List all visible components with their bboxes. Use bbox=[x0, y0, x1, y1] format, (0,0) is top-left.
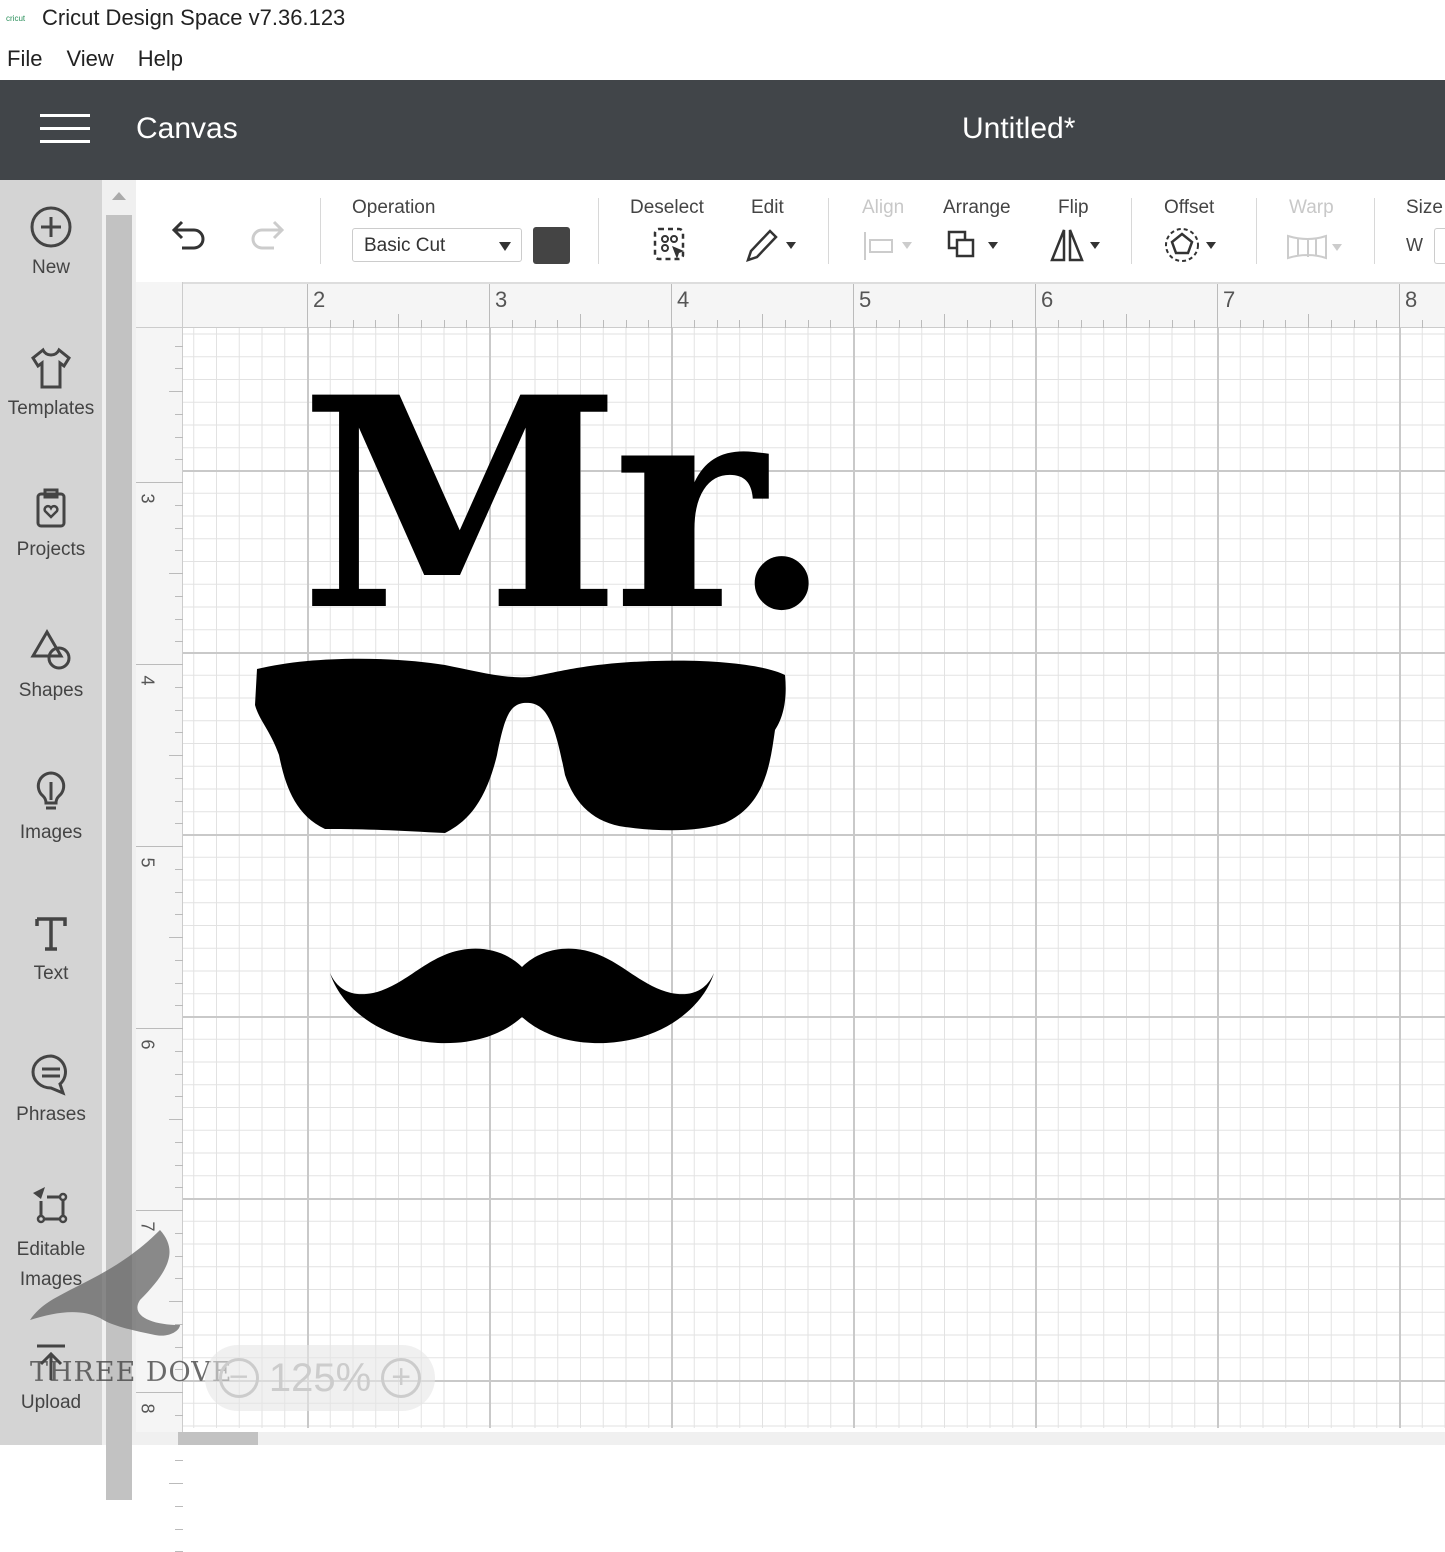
sunglasses-image[interactable] bbox=[255, 655, 790, 835]
sidebar-label: New bbox=[31, 257, 70, 278]
warp-icon[interactable] bbox=[1286, 226, 1348, 264]
watermark-logo: THREE DOVE bbox=[30, 1230, 231, 1388]
flip-label: Flip bbox=[1058, 197, 1089, 218]
sidebar-item-projects[interactable]: Projects bbox=[0, 487, 102, 561]
sidebar-label: Projects bbox=[16, 539, 86, 560]
size-width-input[interactable] bbox=[1434, 228, 1445, 264]
editable-images-icon bbox=[33, 1187, 68, 1224]
section-title: Canvas bbox=[136, 112, 238, 145]
deselect-icon[interactable] bbox=[652, 226, 688, 264]
ruler-corner bbox=[136, 284, 183, 328]
ruler-h-label: 3 bbox=[495, 287, 508, 312]
sidebar-item-templates[interactable]: Templates bbox=[0, 346, 102, 420]
ruler-v-label: 5 bbox=[137, 857, 158, 868]
text-icon bbox=[35, 917, 67, 951]
sidebar-label: Shapes bbox=[18, 680, 84, 701]
hamburger-menu-icon[interactable] bbox=[40, 114, 90, 146]
deselect-label: Deselect bbox=[630, 197, 704, 218]
document-title: Untitled* bbox=[962, 112, 1076, 145]
size-label: Size bbox=[1406, 197, 1443, 218]
ruler-h-label: 8 bbox=[1405, 287, 1418, 312]
arrange-label: Arrange bbox=[943, 197, 1011, 218]
ruler-h-label: 4 bbox=[677, 287, 690, 312]
zoom-in-button[interactable]: + bbox=[381, 1358, 422, 1398]
arrange-icon[interactable] bbox=[946, 226, 1002, 264]
app-header: Canvas Untitled* bbox=[0, 80, 1445, 180]
ruler-h-label: 2 bbox=[313, 287, 326, 312]
operation-select[interactable]: Basic Cut bbox=[352, 228, 522, 262]
menu-help[interactable]: Help bbox=[138, 46, 183, 72]
scroll-up-icon[interactable] bbox=[112, 192, 126, 200]
sidebar-label: Images bbox=[19, 822, 83, 843]
menu-view[interactable]: View bbox=[66, 46, 113, 72]
tshirt-icon bbox=[31, 347, 71, 389]
flip-icon[interactable] bbox=[1048, 226, 1108, 264]
operation-label: Operation bbox=[352, 197, 436, 218]
sidebar-label: Phrases bbox=[16, 1104, 86, 1125]
ruler-v-label: 8 bbox=[137, 1403, 158, 1414]
horizontal-ruler: 2 3 4 5 6 7 8 bbox=[136, 282, 1445, 328]
sidebar-item-shapes[interactable]: Shapes bbox=[0, 628, 102, 702]
align-icon[interactable] bbox=[862, 226, 918, 264]
shapes-icon bbox=[30, 629, 71, 670]
edit-pencil-icon[interactable] bbox=[744, 226, 800, 264]
ruler-h-label: 6 bbox=[1041, 287, 1054, 312]
color-swatch[interactable] bbox=[533, 227, 570, 264]
ruler-v-label: 3 bbox=[137, 493, 158, 504]
align-label: Align bbox=[862, 197, 905, 218]
sidebar-label: Templates bbox=[7, 398, 95, 419]
lightbulb-icon bbox=[36, 771, 66, 810]
toolbar: Operation Basic Cut Deselect Edit Align … bbox=[136, 180, 1445, 282]
zoom-out-button[interactable]: − bbox=[218, 1358, 259, 1398]
clipboard-heart-icon bbox=[36, 488, 66, 528]
ruler-h-label: 7 bbox=[1223, 287, 1236, 312]
warp-label: Warp bbox=[1289, 197, 1334, 218]
zoom-control: − 125% + bbox=[205, 1345, 435, 1411]
sidebar-item-images[interactable]: Images bbox=[0, 770, 102, 844]
window-title: Cricut Design Space v7.36.123 bbox=[42, 5, 346, 30]
menu-bar: File View Help bbox=[0, 40, 183, 78]
ruler-v-label: 6 bbox=[137, 1039, 158, 1050]
sidebar-label: Upload bbox=[20, 1392, 82, 1413]
offset-icon[interactable] bbox=[1164, 226, 1224, 264]
ruler-v-label: 4 bbox=[137, 675, 158, 686]
horizontal-scrollbar[interactable] bbox=[136, 1432, 1445, 1445]
mustache-image[interactable] bbox=[328, 945, 718, 1045]
dove-logo-icon bbox=[30, 1230, 180, 1336]
app-logo: cricut bbox=[6, 13, 26, 23]
watermark-text: THREE DOVE bbox=[30, 1357, 233, 1388]
sidebar-item-text[interactable]: Text bbox=[0, 911, 102, 985]
menu-file[interactable]: File bbox=[7, 46, 42, 72]
offset-label: Offset bbox=[1164, 197, 1215, 218]
sidebar-item-new[interactable]: New bbox=[0, 205, 102, 279]
speech-bubble-icon bbox=[31, 1054, 67, 1096]
plus-circle-icon bbox=[30, 206, 72, 248]
canvas-text-mr[interactable]: Mr. bbox=[300, 360, 832, 650]
ruler-h-label: 5 bbox=[859, 287, 872, 312]
sidebar-label: Text bbox=[33, 963, 69, 984]
edit-label: Edit bbox=[751, 197, 784, 218]
undo-icon[interactable] bbox=[170, 218, 210, 254]
size-width-label: W bbox=[1406, 235, 1423, 255]
zoom-level: 125% bbox=[268, 1355, 372, 1400]
redo-icon[interactable] bbox=[246, 218, 286, 254]
scrollbar-thumb[interactable] bbox=[178, 1432, 258, 1445]
title-bar: cricut Cricut Design Space v7.36.123 bbox=[0, 0, 1445, 36]
sidebar-item-phrases[interactable]: Phrases bbox=[0, 1052, 102, 1126]
